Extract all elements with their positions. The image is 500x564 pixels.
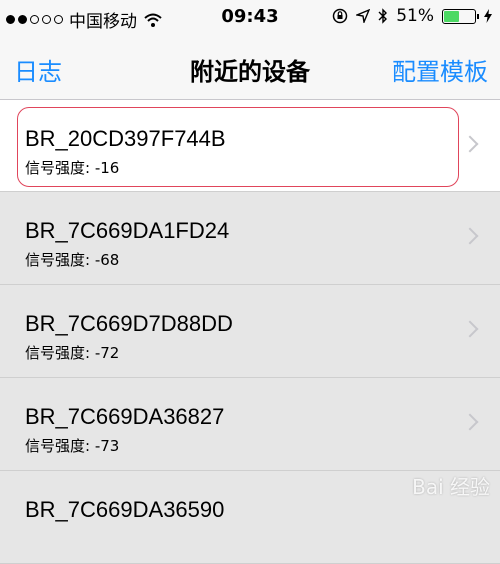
status-right: 51%	[332, 6, 492, 26]
battery-fill	[444, 10, 459, 22]
device-name: BR_7C669DA1FD24	[25, 218, 230, 243]
watermark: Bai 经验	[412, 475, 490, 499]
navigation-bar: 日志 附近的设备 配置模板	[0, 36, 500, 100]
device-name: BR_7C669D7D88DD	[25, 311, 233, 336]
chevron-right-icon	[461, 413, 479, 431]
config-template-button[interactable]: 配置模板	[392, 52, 488, 87]
battery-icon	[442, 8, 479, 24]
chevron-right-icon	[461, 227, 479, 245]
battery-percent: 51%	[396, 6, 434, 26]
location-arrow-icon	[356, 9, 371, 23]
device-signal: 信号强度: -68	[25, 251, 120, 269]
device-signal: 信号强度: -72	[25, 344, 120, 362]
device-signal: 信号强度: -73	[25, 437, 120, 455]
rotation-lock-icon	[332, 8, 348, 24]
chevron-right-icon	[461, 320, 479, 338]
device-row[interactable]: BR_7C669DA36827 信号强度: -73	[0, 378, 500, 471]
highlight-annotation	[17, 107, 459, 187]
device-row[interactable]: BR_7C669D7D88DD 信号强度: -72	[0, 285, 500, 378]
status-bar: 中国移动 09:43 51%	[0, 0, 500, 36]
device-name: BR_7C669DA36590	[25, 497, 225, 522]
bluetooth-icon	[378, 8, 388, 24]
device-name: BR_7C669DA36827	[25, 404, 225, 429]
charging-bolt-icon	[484, 9, 492, 23]
device-row[interactable]: BR_7C669DA1FD24 信号强度: -68	[0, 192, 500, 285]
chevron-right-icon	[461, 135, 479, 153]
